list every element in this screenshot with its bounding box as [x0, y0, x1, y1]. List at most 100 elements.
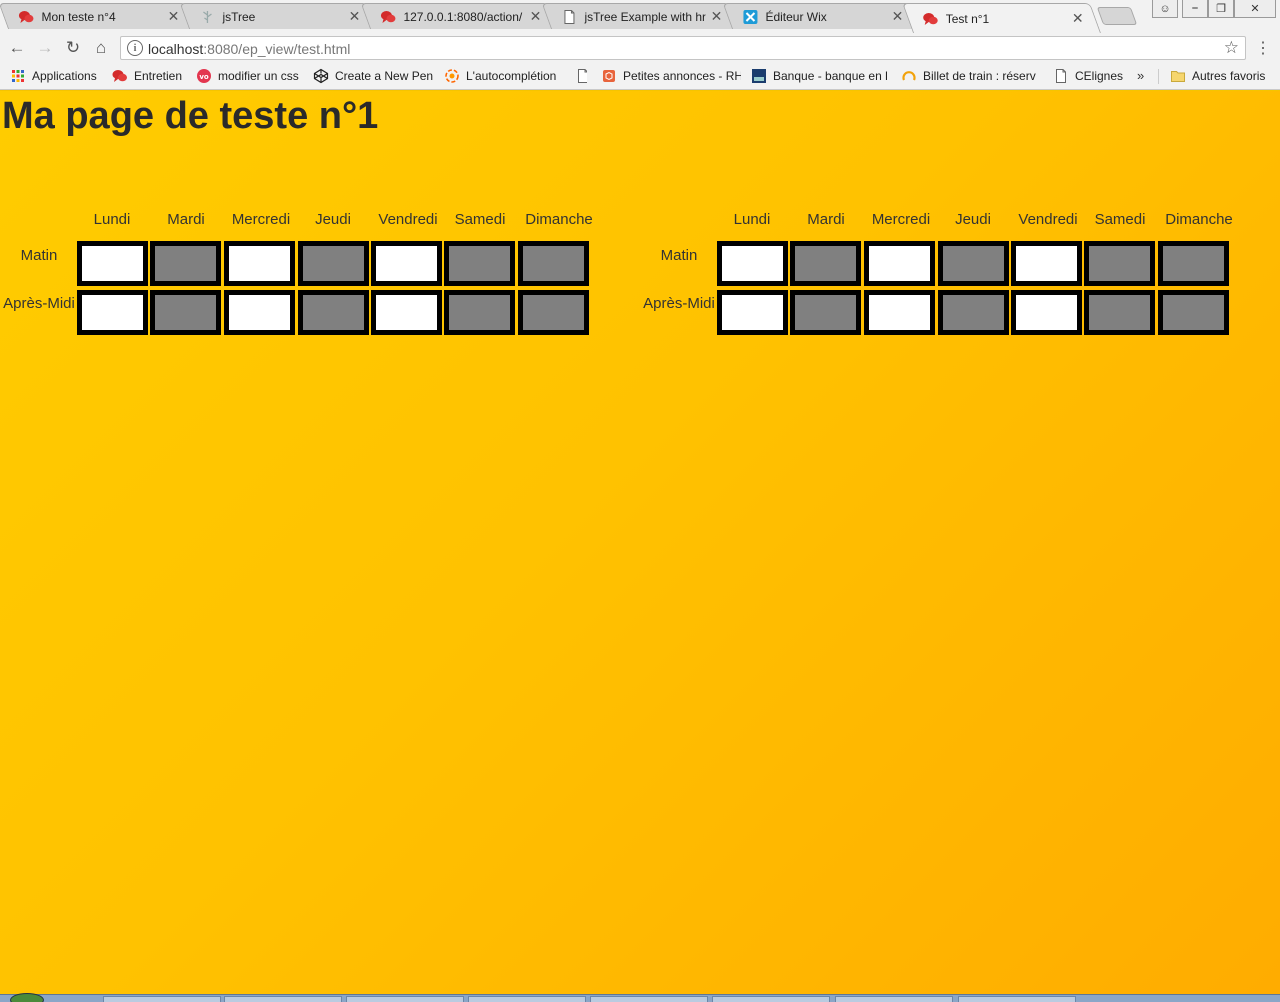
- bookmark-item[interactable]: Applications: [10, 67, 105, 85]
- taskbar-item[interactable]: [224, 996, 342, 1002]
- bookmark-item[interactable]: Entretien: [112, 67, 192, 85]
- close-tab-icon[interactable]: ✕: [890, 8, 904, 25]
- schedule-cell[interactable]: [298, 290, 369, 335]
- tab-strip: Mon teste n°4 ✕ jsTree ✕ 127.0.0.1:8080/acti…: [0, 0, 1280, 33]
- schedule-cell[interactable]: [518, 241, 589, 286]
- bookmark-item[interactable]: [575, 67, 587, 85]
- bookmark-item[interactable]: CElignes: [1053, 67, 1123, 85]
- browser-tab[interactable]: Test n°1 ✕: [902, 3, 1101, 33]
- close-tab-icon[interactable]: ✕: [1071, 10, 1085, 27]
- close-window-icon[interactable]: ✕: [1234, 0, 1276, 18]
- schedule-cell[interactable]: [150, 241, 221, 286]
- browser-tab[interactable]: jsTree ✕: [179, 3, 377, 29]
- address-bar[interactable]: i localhost:8080/ep_view/test.html ☆: [120, 36, 1246, 60]
- url-path: :8080/ep_view/test.html: [203, 41, 351, 57]
- page-title: Ma page de teste n°1: [2, 95, 379, 137]
- schedule-cell[interactable]: [77, 241, 148, 286]
- schedule-cell[interactable]: [1158, 241, 1229, 286]
- schedule-cell[interactable]: [790, 290, 861, 335]
- menu-icon[interactable]: ⋮: [1255, 38, 1271, 58]
- schedule-cell[interactable]: [790, 241, 861, 286]
- day-header-samedi: Samedi: [1094, 211, 1146, 228]
- star-icon[interactable]: ☆: [1224, 38, 1239, 58]
- tab-content: 127.0.0.1:8080/action/ ✕: [366, 4, 552, 29]
- forward-icon[interactable]: →: [34, 37, 56, 59]
- browser-tab[interactable]: Mon teste n°4 ✕: [0, 3, 196, 29]
- bank-icon: [751, 68, 767, 84]
- schedule-cell[interactable]: [77, 290, 148, 335]
- schedule-cell[interactable]: [444, 290, 515, 335]
- info-icon[interactable]: i: [127, 40, 143, 56]
- close-tab-icon[interactable]: ✕: [709, 8, 723, 25]
- browser-tab[interactable]: Éditeur Wix ✕: [722, 3, 920, 29]
- back-icon[interactable]: ←: [6, 37, 28, 59]
- tab-content: Éditeur Wix ✕: [728, 4, 914, 29]
- bookmark-item[interactable]: Autres favoris: [1170, 67, 1270, 85]
- taskbar-item[interactable]: [103, 996, 221, 1002]
- home-icon[interactable]: ⌂: [90, 37, 112, 59]
- page-content: Ma page de teste n°1 Lundi Mardi Mercredi J…: [0, 91, 1280, 994]
- schedule-cell[interactable]: [224, 241, 295, 286]
- day-header-mardi: Mardi: [807, 211, 845, 228]
- minimize-icon[interactable]: ⎯: [1182, 0, 1208, 18]
- bookmark-label: Billet de train : réserv: [923, 69, 1036, 83]
- schedule-cell[interactable]: [864, 241, 935, 286]
- close-tab-icon[interactable]: ✕: [166, 8, 180, 25]
- day-header-samedi: Samedi: [454, 211, 506, 228]
- browser-tab[interactable]: 127.0.0.1:8080/action/ ✕: [360, 3, 558, 29]
- row-label-matin: Matin: [20, 247, 58, 264]
- schedule-cell[interactable]: [444, 241, 515, 286]
- tab-title: jsTree Example with hr: [584, 9, 706, 24]
- schedule-cell[interactable]: [938, 290, 1009, 335]
- url-text: localhost:8080/ep_view/test.html: [148, 41, 350, 57]
- bookmark-item[interactable]: Billet de train : réserv: [901, 67, 1041, 85]
- bookmark-item[interactable]: Banque - banque en l: [751, 67, 889, 85]
- taskbar-item[interactable]: [958, 996, 1076, 1002]
- schedule-cell[interactable]: [1011, 241, 1082, 286]
- page-icon: [1053, 68, 1069, 84]
- restore-icon[interactable]: ❐: [1208, 0, 1234, 18]
- close-tab-icon[interactable]: ✕: [528, 8, 542, 25]
- bookmark-item[interactable]: Petites annonces - RH: [601, 67, 741, 85]
- schedule-cell[interactable]: [224, 290, 295, 335]
- schedule-cell[interactable]: [371, 290, 442, 335]
- cube-icon: [601, 68, 617, 84]
- bookmark-label: Banque - banque en l: [773, 69, 888, 83]
- schedule-cell[interactable]: [1011, 290, 1082, 335]
- bookmark-item[interactable]: Create a New Pen: [313, 67, 438, 85]
- day-header-lundi: Lundi: [733, 211, 771, 228]
- schedule-cell[interactable]: [717, 290, 788, 335]
- new-tab-button[interactable]: [1096, 7, 1138, 25]
- taskbar-item[interactable]: [590, 996, 708, 1002]
- schedule-cell[interactable]: [150, 290, 221, 335]
- bookmark-label: Petites annonces - RH: [623, 69, 741, 83]
- schedule-cell[interactable]: [1084, 241, 1155, 286]
- schedule-cell[interactable]: [717, 241, 788, 286]
- reload-icon[interactable]: ↻: [62, 37, 84, 59]
- schedule-grid-2: Lundi Mardi Mercredi Jeudi Vendredi Samedi Dim…: [640, 211, 1240, 341]
- schedule-cell[interactable]: [371, 241, 442, 286]
- schedule-cell[interactable]: [1158, 290, 1229, 335]
- close-tab-icon[interactable]: ✕: [347, 8, 361, 25]
- red-chat-icon: [923, 11, 939, 27]
- start-button[interactable]: [10, 993, 44, 1002]
- bookmark-item[interactable]: vo modifier un css: [196, 67, 306, 85]
- browser-tab[interactable]: jsTree Example with hr ✕: [541, 3, 739, 29]
- schedule-cell[interactable]: [1084, 290, 1155, 335]
- taskbar-item[interactable]: [468, 996, 586, 1002]
- taskbar-item[interactable]: [712, 996, 830, 1002]
- more-bookmarks-button[interactable]: »: [1137, 68, 1144, 83]
- taskbar-item[interactable]: [835, 996, 953, 1002]
- schedule-cell[interactable]: [298, 241, 369, 286]
- bookmark-label: Applications: [32, 69, 97, 83]
- tab-title: jsTree: [222, 9, 256, 24]
- day-header-jeudi: Jeudi: [315, 211, 351, 228]
- bookmark-item[interactable]: L'autocomplétion: [444, 67, 566, 85]
- tab-content: Test n°1 ✕: [909, 4, 1095, 33]
- profile-icon[interactable]: ☺: [1152, 0, 1178, 18]
- bookmarks-bar: Applications Entretien vo modifier un css Cr…: [0, 62, 1280, 90]
- schedule-cell[interactable]: [864, 290, 935, 335]
- schedule-cell[interactable]: [518, 290, 589, 335]
- taskbar-item[interactable]: [346, 996, 464, 1002]
- schedule-cell[interactable]: [938, 241, 1009, 286]
